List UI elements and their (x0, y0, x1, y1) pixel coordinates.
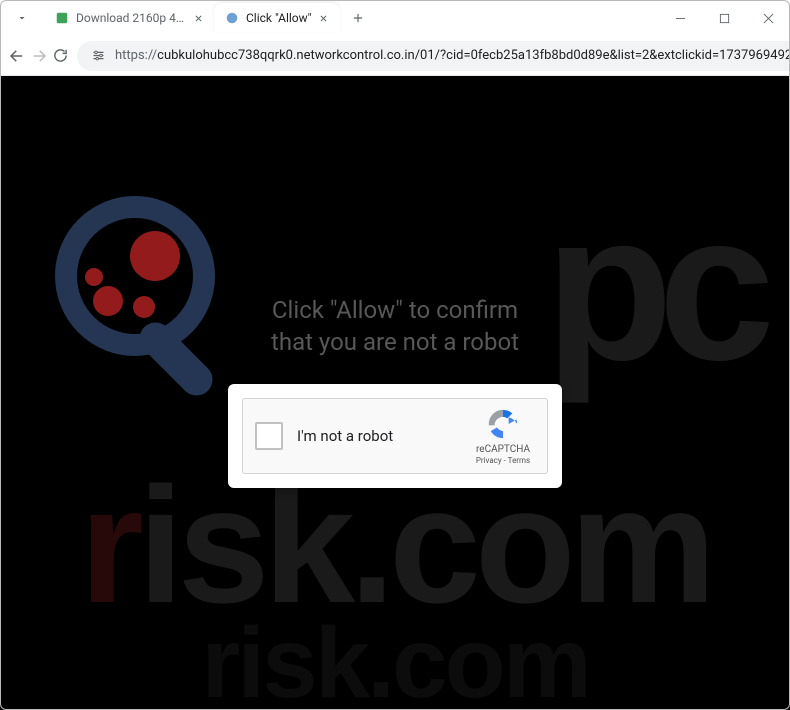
maximize-button[interactable] (702, 0, 746, 36)
tab-inactive-1[interactable]: Download 2160p 4K YIFY Movi… (44, 3, 214, 33)
arrow-left-icon (8, 47, 26, 65)
close-window-button[interactable] (746, 0, 790, 36)
tab-title: Click "Allow" (246, 11, 312, 25)
captcha-widget[interactable]: I'm not a robot reCAPTCHA Privacy - Term… (242, 398, 548, 474)
recaptcha-logo: reCAPTCHA Privacy - Terms (471, 407, 535, 465)
tab-title: Download 2160p 4K YIFY Movi… (76, 11, 186, 25)
maximize-icon (719, 13, 730, 24)
captcha-label: I'm not a robot (297, 427, 471, 445)
minimize-button[interactable] (658, 0, 702, 36)
tab-active[interactable]: Click "Allow" (214, 3, 340, 33)
arrow-right-icon (30, 47, 48, 65)
reload-button[interactable] (52, 40, 69, 72)
reload-icon (52, 47, 69, 64)
tab-close-button[interactable] (316, 10, 332, 26)
page-content: pc Click "Allow" to confirm that you are… (0, 76, 790, 710)
new-tab-button[interactable] (344, 4, 372, 32)
tune-icon (91, 48, 106, 63)
plus-icon (351, 11, 365, 25)
tab-search-dropdown[interactable] (8, 4, 36, 32)
captcha-checkbox[interactable] (255, 422, 283, 450)
close-icon (194, 14, 203, 23)
recaptcha-icon (486, 407, 520, 441)
url-text: https://cubkulohubcc738qqrk0.networkcont… (115, 48, 790, 63)
forward-button[interactable] (30, 40, 48, 72)
favicon-icon (224, 10, 240, 26)
watermark-text-secondary: risk.com (0, 606, 790, 710)
minimize-icon (675, 13, 686, 24)
tab-close-button[interactable] (190, 10, 206, 26)
favicon-icon (54, 10, 70, 26)
chevron-down-icon (16, 12, 28, 24)
back-button[interactable] (8, 40, 26, 72)
toolbar: https://cubkulohubcc738qqrk0.networkcont… (0, 36, 790, 76)
address-bar[interactable]: https://cubkulohubcc738qqrk0.networkcont… (77, 41, 790, 71)
titlebar: Download 2160p 4K YIFY Movi… Click "Allo… (0, 0, 790, 36)
site-info-button[interactable] (89, 47, 107, 65)
close-icon (763, 13, 774, 24)
prompt-text: Click "Allow" to confirm that you are no… (0, 294, 790, 359)
background-graphic-letters: pc (545, 166, 760, 408)
captcha-card: I'm not a robot reCAPTCHA Privacy - Term… (228, 384, 562, 488)
close-icon (319, 14, 328, 23)
